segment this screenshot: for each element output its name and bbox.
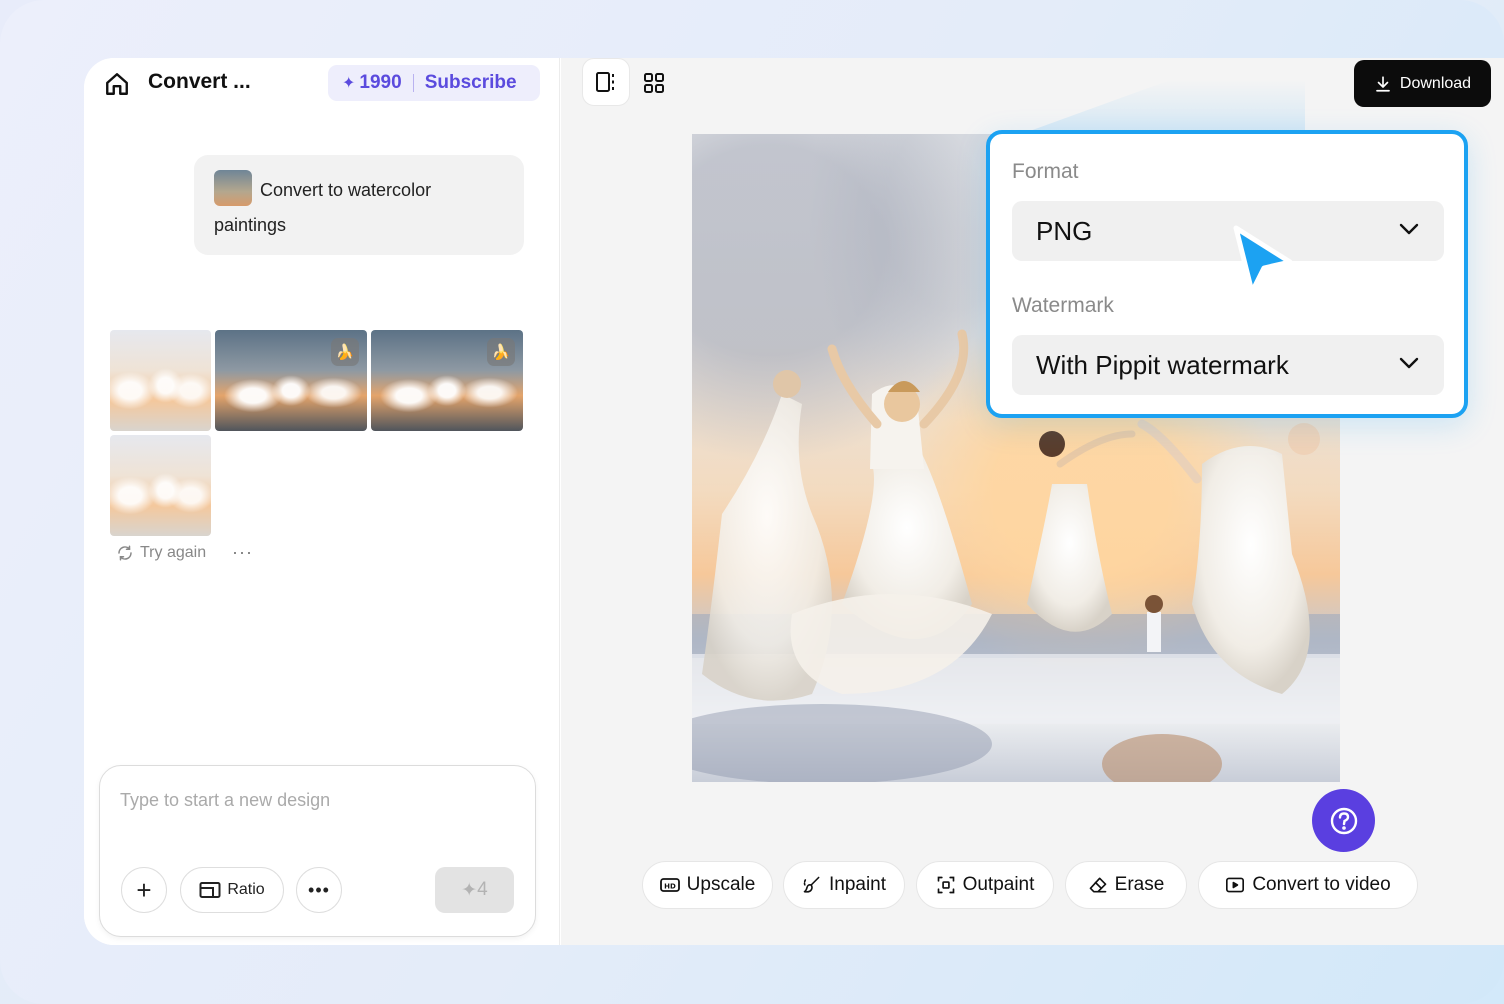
more-settings-button[interactable]: •••: [296, 867, 342, 913]
watermark-select[interactable]: With Pippit watermark: [1012, 335, 1444, 395]
result-thumbnail[interactable]: 🍌: [371, 330, 523, 431]
upscale-label: Upscale: [686, 874, 756, 895]
add-attachment-button[interactable]: +: [121, 867, 167, 913]
chevron-down-icon: [1399, 357, 1419, 369]
hd-icon: HD: [659, 878, 680, 892]
banana-model-icon: 🍌: [331, 338, 359, 366]
more-options-button[interactable]: ···: [232, 542, 253, 563]
mouse-pointer-icon: [1233, 225, 1293, 295]
home-icon[interactable]: [104, 71, 130, 97]
sparkle-icon: ✦: [342, 75, 356, 92]
project-title[interactable]: Convert ...: [148, 70, 251, 94]
outpaint-button[interactable]: Outpaint: [916, 861, 1054, 909]
divider: [412, 74, 414, 92]
watermark-label: Watermark: [1012, 294, 1114, 317]
expand-frame-icon: [937, 876, 954, 894]
inpaint-label: Inpaint: [828, 874, 887, 895]
sparkle-icon: ✦: [461, 879, 478, 901]
grid-view-icon[interactable]: [643, 72, 665, 94]
refresh-icon: [118, 545, 132, 561]
reference-image-thumbnail[interactable]: [214, 170, 252, 206]
single-view-icon: [596, 72, 614, 92]
download-icon: [1376, 75, 1390, 92]
try-again-button[interactable]: Try again: [116, 544, 206, 562]
result-thumbnail[interactable]: [110, 330, 211, 431]
format-value: PNG: [1036, 215, 1093, 246]
result-thumbnail[interactable]: [110, 435, 211, 536]
chevron-down-icon: [1399, 223, 1419, 235]
ratio-button[interactable]: Ratio: [180, 867, 284, 913]
convert-to-video-button[interactable]: Convert to video: [1198, 861, 1418, 909]
chat-panel: Convert ... ✦ 1990 Subscribe Convert to …: [84, 58, 560, 945]
erase-button[interactable]: Erase: [1065, 861, 1187, 909]
svg-text:HD: HD: [664, 882, 676, 890]
design-prompt-input[interactable]: [120, 790, 510, 811]
plus-icon: +: [136, 874, 152, 905]
erase-label: Erase: [1114, 874, 1165, 895]
watermark-value: With Pippit watermark: [1036, 349, 1289, 380]
subscribe-link[interactable]: Subscribe: [425, 72, 517, 94]
download-label: Download: [1399, 74, 1472, 92]
outpaint-label: Outpaint: [962, 874, 1035, 895]
inpaint-button[interactable]: Inpaint: [783, 861, 905, 909]
composer: + Ratio ••• ✦4: [99, 765, 536, 937]
help-button[interactable]: [1312, 789, 1375, 852]
single-view-toggle[interactable]: [582, 58, 630, 106]
try-again-label: Try again: [140, 544, 207, 561]
credit-count: 1990: [359, 72, 402, 93]
credits-pill[interactable]: ✦ 1990 Subscribe: [328, 65, 540, 101]
banana-model-icon: 🍌: [487, 338, 515, 366]
upscale-button[interactable]: HD Upscale: [642, 861, 773, 909]
generate-cost: 4: [477, 879, 488, 900]
prompt-message: Convert to watercolor paintings: [194, 155, 524, 255]
eraser-icon: [1089, 877, 1107, 893]
generate-button[interactable]: ✦ 4: [435, 867, 514, 913]
video-icon: [1226, 877, 1245, 893]
ellipsis-icon: •••: [308, 879, 330, 900]
ratio-label: Ratio: [227, 881, 265, 898]
result-thumbnail[interactable]: 🍌: [215, 330, 367, 431]
brush-icon: [803, 876, 820, 893]
convert-to-video-label: Convert to video: [1252, 874, 1391, 895]
format-label: Format: [1012, 160, 1079, 183]
download-button[interactable]: Download: [1354, 60, 1491, 107]
question-icon: [1330, 807, 1357, 834]
ratio-icon: [199, 882, 221, 898]
